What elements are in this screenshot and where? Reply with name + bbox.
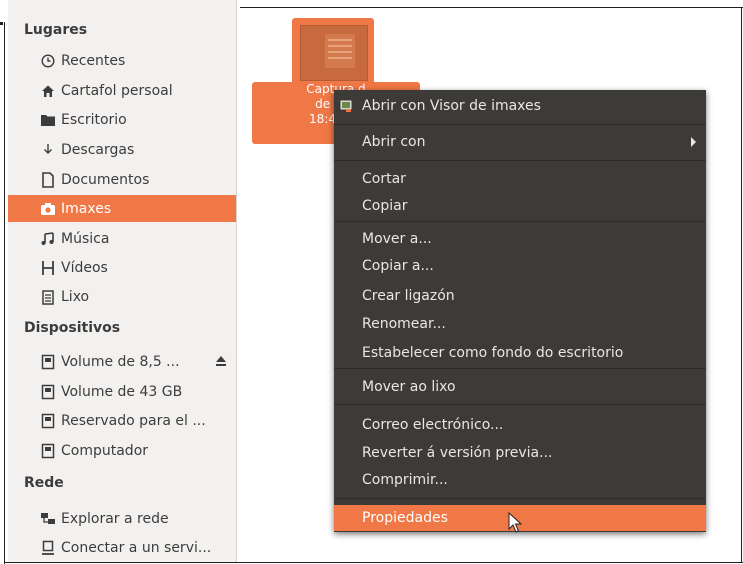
sidebar-item-reservado[interactable]: Reservado para el ...	[8, 407, 236, 434]
camera-icon	[39, 200, 57, 218]
frame-border-left	[4, 22, 5, 564]
sidebar-item-computador[interactable]: Computador	[8, 437, 236, 464]
menu-item-rename[interactable]: Renomear...	[334, 312, 706, 336]
menu-item-compress[interactable]: Comprimir...	[334, 468, 706, 492]
section-title-places: Lugares	[24, 22, 88, 38]
sidebar-item-label: Volume de 8,5 ...	[61, 353, 180, 370]
server-icon	[39, 539, 57, 557]
context-menu: Abrir con Visor de imaxes Abrir con Cort…	[334, 90, 706, 532]
sidebar-item-label: Recentes	[61, 52, 126, 69]
sidebar-item-label: Lixo	[61, 288, 90, 305]
sidebar-item-label: Cartafol persoal	[61, 82, 173, 99]
sidebar-item-volume-43gb[interactable]: Volume de 43 GB	[8, 378, 236, 405]
download-icon	[39, 141, 57, 159]
image-preview-icon	[300, 25, 368, 81]
menu-item-copy-to[interactable]: Copiar a...	[334, 254, 706, 278]
sidebar-item-label: Escritorio	[61, 111, 127, 128]
mouse-cursor-icon	[508, 511, 523, 538]
sidebar-item-label: Volume de 43 GB	[61, 383, 183, 400]
sidebar-item-label: Conectar a un servi...	[61, 539, 212, 556]
menu-item-cut[interactable]: Cortar	[334, 167, 706, 191]
menu-item-open-image-viewer[interactable]: Abrir con Visor de imaxes	[334, 94, 706, 118]
sidebar-item-label: Reservado para el ...	[61, 412, 206, 429]
clock-icon	[39, 52, 57, 70]
network-icon	[39, 510, 57, 528]
menu-separator	[334, 404, 706, 405]
eject-icon[interactable]	[214, 354, 228, 372]
home-icon	[39, 82, 57, 100]
menu-item-revert-version[interactable]: Reverter á versión previa...	[334, 441, 706, 465]
menu-separator	[334, 160, 706, 161]
menu-item-create-link[interactable]: Crear ligazón	[334, 284, 706, 308]
sidebar-item-label: Explorar a rede	[61, 510, 169, 527]
sidebar-item-imaxes[interactable]: Imaxes	[8, 195, 236, 222]
film-icon	[39, 259, 57, 277]
sidebar-item-recentes[interactable]: Recentes	[8, 47, 236, 74]
sidebar-item-conectar-servidor[interactable]: Conectar a un servi...	[8, 534, 236, 561]
sidebar-item-musica[interactable]: Música	[8, 225, 236, 252]
image-viewer-icon	[340, 100, 352, 112]
folder-icon	[39, 111, 57, 129]
menu-separator	[334, 368, 706, 369]
sidebar-item-label: Vídeos	[61, 259, 108, 276]
section-title-devices: Dispositivos	[24, 320, 121, 336]
sidebar-item-escritorio[interactable]: Escritorio	[8, 106, 236, 133]
drive-icon	[39, 412, 57, 430]
drive-icon	[39, 353, 57, 371]
sidebar-item-lixo[interactable]: Lixo	[8, 283, 236, 310]
sidebar-item-videos[interactable]: Vídeos	[8, 254, 236, 281]
menu-item-email[interactable]: Correo electrónico...	[334, 413, 706, 437]
music-icon	[39, 230, 57, 248]
menu-item-set-wallpaper[interactable]: Estabelecer como fondo do escritorio	[334, 341, 706, 365]
sidebar-item-descargas[interactable]: Descargas	[8, 136, 236, 163]
sidebar-item-label: Imaxes	[61, 200, 112, 217]
sidebar-item-explorar-rede[interactable]: Explorar a rede	[8, 505, 236, 532]
sidebar-item-documentos[interactable]: Documentos	[8, 166, 236, 193]
sidebar-item-label: Descargas	[61, 141, 135, 158]
drive-icon	[39, 383, 57, 401]
menu-item-copy[interactable]: Copiar	[334, 194, 706, 218]
file-thumbnail[interactable]	[292, 18, 374, 86]
sidebar-item-cartafol-persoal[interactable]: Cartafol persoal	[8, 77, 236, 104]
submenu-arrow-icon	[691, 137, 696, 147]
menu-item-open-with[interactable]: Abrir con	[334, 130, 706, 154]
document-icon	[39, 171, 57, 189]
trash-icon	[39, 288, 57, 306]
drive-icon	[39, 442, 57, 460]
frame-border-right	[741, 7, 742, 563]
frame-marker	[0, 22, 3, 25]
menu-separator	[334, 498, 706, 499]
sidebar-item-label: Música	[61, 230, 110, 247]
menu-separator	[334, 221, 706, 222]
sidebar-item-volume-8-5[interactable]: Volume de 8,5 ...	[8, 348, 236, 375]
menu-item-move-to[interactable]: Mover a...	[334, 227, 706, 251]
menu-item-move-to-trash[interactable]: Mover ao lixo	[334, 375, 706, 399]
section-title-network: Rede	[24, 475, 64, 491]
frame-border-bottom	[4, 562, 743, 563]
menu-separator	[334, 124, 706, 125]
sidebar-item-label: Computador	[61, 442, 149, 459]
sidebar-item-label: Documentos	[61, 171, 150, 188]
